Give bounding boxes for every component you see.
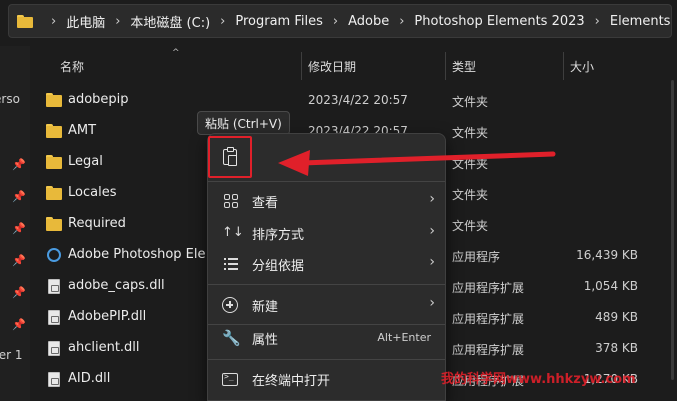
vertical-scrollbar[interactable]	[671, 80, 674, 380]
app-icon	[47, 248, 61, 262]
breadcrumb-program-files[interactable]: Program Files	[235, 14, 323, 29]
menu-item-properties[interactable]: 🔧 属性 Alt+Enter	[212, 323, 441, 353]
annotation-highlight-box	[208, 136, 252, 178]
pin-icon: 📌	[12, 190, 26, 203]
annotation-arrow	[278, 150, 556, 176]
menu-item-sort-by[interactable]: ↑↓ 排序方式 ›	[212, 218, 441, 248]
paste-tooltip: 粘贴 (Ctrl+V)	[197, 111, 290, 135]
pin-icon: 📌	[12, 286, 26, 299]
wrench-icon: 🔧	[222, 329, 241, 347]
sort-icon: ↑↓	[222, 225, 244, 240]
chevron-right-icon: ›	[429, 254, 435, 270]
group-icon	[224, 256, 240, 272]
list-item[interactable]: adobepip 2023/4/22 20:57 文件夹	[36, 85, 666, 116]
folder-icon	[46, 124, 62, 139]
breadcrumb-separator: ›	[399, 13, 405, 29]
pin-icon: 📌	[12, 254, 26, 267]
nav-item-label[interactable]: erso	[0, 92, 20, 106]
terminal-icon	[222, 372, 238, 386]
pin-icon: 📌	[12, 222, 26, 235]
menu-divider	[208, 359, 445, 360]
breadcrumb-separator: ›	[332, 13, 339, 29]
column-divider[interactable]	[563, 52, 564, 80]
folder-icon	[46, 93, 62, 108]
menu-divider	[208, 284, 445, 285]
breadcrumb-separator: ›	[115, 13, 121, 29]
column-header-date[interactable]: 修改日期	[308, 52, 444, 80]
menu-item-group-by[interactable]: 分组依据 ›	[212, 249, 441, 279]
dll-file-icon	[48, 341, 60, 356]
breadcrumb-this-pc[interactable]: 此电脑	[66, 12, 105, 31]
folder-icon	[46, 186, 62, 201]
column-header-name[interactable]: 名称	[60, 52, 300, 80]
menu-item-new[interactable]: 新建 ›	[212, 290, 441, 320]
folder-icon	[46, 155, 62, 170]
pin-icon: 📌	[12, 318, 26, 331]
watermark-text: 我的科学网www.hhkzyw.com	[441, 372, 636, 387]
breadcrumb-separator: ›	[51, 13, 57, 29]
grid-view-icon	[224, 194, 238, 208]
column-header-type[interactable]: 类型	[452, 52, 562, 80]
breadcrumb-photoshop-elements[interactable]: Photoshop Elements 2023	[414, 14, 584, 29]
address-bar[interactable]: › 此电脑 › 本地磁盘 (C:) › Program Files › Adob…	[8, 4, 672, 38]
breadcrumb-local-disk[interactable]: 本地磁盘 (C:)	[130, 12, 210, 31]
breadcrumb-separator: ›	[220, 13, 226, 29]
menu-item-open-in-terminal[interactable]: 在终端中打开	[212, 364, 441, 394]
nav-item-label[interactable]: ter 1	[0, 348, 22, 362]
column-divider[interactable]	[301, 52, 302, 80]
dll-file-icon	[48, 279, 60, 294]
menu-item-view[interactable]: 查看 ›	[212, 186, 441, 216]
chevron-right-icon: ›	[429, 191, 435, 207]
column-header-size[interactable]: 大小	[570, 52, 660, 80]
breadcrumb-adobe[interactable]: Adobe	[348, 14, 389, 29]
pin-icon: 📌	[12, 158, 26, 171]
chevron-right-icon: ›	[429, 223, 435, 239]
breadcrumb-separator: ›	[594, 13, 600, 29]
folder-icon	[46, 217, 62, 232]
dll-file-icon	[48, 310, 60, 325]
new-icon	[222, 297, 238, 313]
column-divider[interactable]	[445, 52, 446, 80]
dll-file-icon	[48, 372, 60, 387]
breadcrumb-elements-home[interactable]: Elements Home	[610, 14, 671, 29]
navigation-pane: erso 📌 📌 📌 📌 📌 📌 ter 1	[0, 46, 30, 401]
chevron-right-icon: ›	[429, 295, 435, 311]
folder-icon	[17, 14, 33, 28]
